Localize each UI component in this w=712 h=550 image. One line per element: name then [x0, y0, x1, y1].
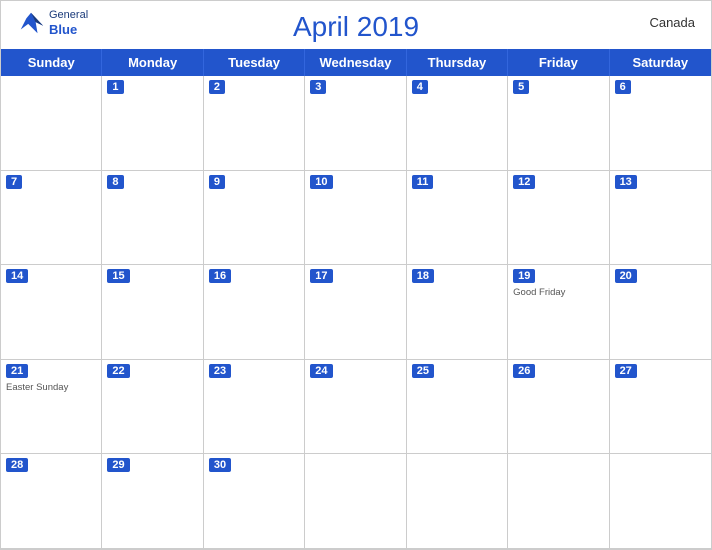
day-cell: 12: [508, 171, 609, 266]
day-cell: 2: [204, 76, 305, 171]
day-cell: 22: [102, 360, 203, 455]
day-header-saturday: Saturday: [610, 49, 711, 76]
day-number: 30: [209, 458, 231, 472]
day-number: 1: [107, 80, 123, 94]
day-header-friday: Friday: [508, 49, 609, 76]
day-number: 25: [412, 364, 434, 378]
day-cell: 27: [610, 360, 711, 455]
day-number: 11: [412, 175, 434, 189]
day-number: 16: [209, 269, 231, 283]
logo-text: General Blue: [49, 9, 88, 38]
day-cell: 9: [204, 171, 305, 266]
day-number: 23: [209, 364, 231, 378]
calendar-country: Canada: [649, 15, 695, 30]
day-cell: 3: [305, 76, 406, 171]
day-cell: 28: [1, 454, 102, 549]
day-cell: 17: [305, 265, 406, 360]
day-number: 4: [412, 80, 428, 94]
calendar-grid: 12345678910111213141516171819Good Friday…: [1, 76, 711, 549]
day-number: 19: [513, 269, 535, 283]
day-cell: 13: [610, 171, 711, 266]
day-cell: 7: [1, 171, 102, 266]
day-number: 29: [107, 458, 129, 472]
day-cell: 29: [102, 454, 203, 549]
day-header-sunday: Sunday: [1, 49, 102, 76]
day-number: 26: [513, 364, 535, 378]
day-cell: 18: [407, 265, 508, 360]
day-cell: 5: [508, 76, 609, 171]
day-number: 17: [310, 269, 332, 283]
day-cell: 20: [610, 265, 711, 360]
calendar: General Blue April 2019 Canada SundayMon…: [0, 0, 712, 550]
day-cell: 16: [204, 265, 305, 360]
day-number: 18: [412, 269, 434, 283]
day-cell: 30: [204, 454, 305, 549]
day-number: 15: [107, 269, 129, 283]
day-number: 20: [615, 269, 637, 283]
day-cell: 14: [1, 265, 102, 360]
day-number: 8: [107, 175, 123, 189]
day-cell: 4: [407, 76, 508, 171]
day-cell: 15: [102, 265, 203, 360]
calendar-header: General Blue April 2019 Canada: [1, 1, 711, 49]
day-number: 28: [6, 458, 28, 472]
day-number: 2: [209, 80, 225, 94]
day-number: 7: [6, 175, 22, 189]
day-cell: 24: [305, 360, 406, 455]
day-cell: 6: [610, 76, 711, 171]
day-cell: 19 Good Friday: [508, 265, 609, 360]
holiday-label: Good Friday: [513, 287, 565, 298]
day-header-wednesday: Wednesday: [305, 49, 406, 76]
day-cell: 8: [102, 171, 203, 266]
day-header-thursday: Thursday: [407, 49, 508, 76]
day-cell: 25: [407, 360, 508, 455]
day-number: 27: [615, 364, 637, 378]
day-headers-row: SundayMondayTuesdayWednesdayThursdayFrid…: [1, 49, 711, 76]
day-cell: [407, 454, 508, 549]
day-cell: 1: [102, 76, 203, 171]
day-number: 6: [615, 80, 631, 94]
day-number: 9: [209, 175, 225, 189]
day-number: 3: [310, 80, 326, 94]
logo: General Blue: [17, 9, 88, 38]
day-cell: [305, 454, 406, 549]
day-number: 10: [310, 175, 332, 189]
day-header-tuesday: Tuesday: [204, 49, 305, 76]
day-cell: [508, 454, 609, 549]
calendar-title: April 2019: [293, 11, 419, 43]
day-cell: 23: [204, 360, 305, 455]
day-number: 5: [513, 80, 529, 94]
day-number: 13: [615, 175, 637, 189]
logo-icon: [17, 9, 45, 37]
day-number: 12: [513, 175, 535, 189]
day-number: 24: [310, 364, 332, 378]
day-cell: 21 Easter Sunday: [1, 360, 102, 455]
day-number: 21: [6, 364, 28, 378]
day-cell: [1, 76, 102, 171]
day-cell: 10: [305, 171, 406, 266]
day-header-monday: Monday: [102, 49, 203, 76]
day-number: 14: [6, 269, 28, 283]
day-cell: [610, 454, 711, 549]
holiday-label: Easter Sunday: [6, 382, 68, 393]
day-cell: 26: [508, 360, 609, 455]
day-number: 22: [107, 364, 129, 378]
day-cell: 11: [407, 171, 508, 266]
